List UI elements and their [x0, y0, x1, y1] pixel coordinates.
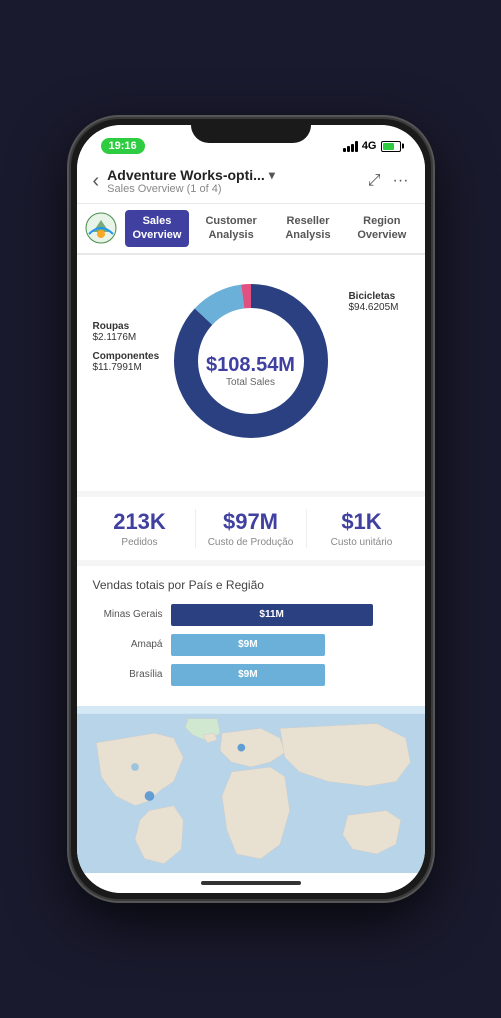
bar-fill-1: $9M [171, 634, 326, 656]
report-title: Adventure Works-opti... ▾ [107, 167, 360, 183]
donut-chart-wrapper: Roupas $2.1176M Componentes $11.7991M [93, 271, 409, 471]
bar-label-0: Minas Gerais [93, 609, 163, 620]
metric-custo-producao: $97M Custo de Produção [196, 509, 307, 548]
bar-item-minas-gerais: Minas Gerais $11M [93, 604, 409, 626]
bar-value-2: $9M [238, 669, 257, 680]
metric-custo-unitario: $1K Custo unitário [307, 509, 417, 548]
donut-total-label: Total Sales [206, 377, 295, 388]
network-label: 4G [362, 140, 377, 152]
bar-label-1: Amapá [93, 639, 163, 650]
signal-icon [343, 140, 358, 152]
donut-center: $108.54M Total Sales [206, 354, 295, 388]
legend-roupas-title: Roupas [93, 321, 160, 332]
legend-bicicletas-title: Bicicletas [348, 291, 398, 302]
bar-fill-2: $9M [171, 664, 326, 686]
bar-fill-0: $11M [171, 604, 373, 626]
app-logo [85, 212, 117, 244]
metric-pedidos: 213K Pedidos [85, 509, 196, 548]
metric-unitario-label: Custo unitário [307, 537, 417, 548]
bar-chart-section: Vendas totais por País e Região Minas Ge… [77, 566, 425, 706]
metric-custo-value: $97M [196, 509, 306, 535]
bar-chart-title: Vendas totais por País e Região [93, 578, 409, 592]
tab-customer-analysis[interactable]: Customer Analysis [193, 210, 268, 247]
app-header: ‹ Adventure Works-opti... ▾ Sales Overvi… [77, 161, 425, 204]
donut-total-value: $108.54M [206, 354, 295, 377]
metric-custo-label: Custo de Produção [196, 537, 306, 548]
header-actions: ⤢ ··· [368, 172, 409, 190]
dropdown-icon[interactable]: ▾ [269, 168, 275, 182]
status-right: 4G [343, 140, 401, 152]
legend-componentes-title: Componentes [93, 351, 160, 362]
metric-unitario-value: $1K [307, 509, 417, 535]
metric-pedidos-value: 213K [85, 509, 195, 535]
tab-bar: Sales Overview Customer Analysis Reselle… [77, 204, 425, 255]
metrics-section: 213K Pedidos $97M Custo de Produção $1K … [77, 491, 425, 560]
legend-componentes-value: $11.7991M [93, 362, 160, 373]
phone-bottom [77, 873, 425, 893]
more-icon[interactable]: ··· [393, 172, 409, 190]
legend-bicicletas-value: $94.6205M [348, 302, 398, 313]
legend-roupas-value: $2.1176M [93, 332, 160, 343]
tab-region-overview[interactable]: Region Overview [347, 210, 416, 247]
home-indicator [201, 881, 301, 885]
expand-icon[interactable]: ⤢ [368, 172, 381, 190]
world-map-svg [77, 706, 425, 873]
phone-inner: 19:16 4G ‹ Adventure Works-opti... ▾ [77, 125, 425, 893]
legend-left: Roupas $2.1176M Componentes $11.7991M [93, 321, 160, 373]
header-title-area: Adventure Works-opti... ▾ Sales Overview… [107, 167, 360, 195]
bar-track-2: $9M [171, 664, 409, 686]
battery-icon [381, 141, 401, 152]
metric-pedidos-label: Pedidos [85, 537, 195, 548]
bar-item-brasilia: Brasília $9M [93, 664, 409, 686]
page-subtitle: Sales Overview (1 of 4) [107, 183, 360, 195]
notch [191, 119, 311, 143]
bar-item-amapa: Amapá $9M [93, 634, 409, 656]
bar-value-1: $9M [238, 639, 257, 650]
legend-right: Bicicletas $94.6205M [348, 291, 398, 313]
phone-frame: 19:16 4G ‹ Adventure Works-opti... ▾ [71, 119, 431, 899]
bar-label-2: Brasília [93, 669, 163, 680]
bar-track-1: $9M [171, 634, 409, 656]
status-time: 19:16 [101, 138, 145, 154]
chart-section: Roupas $2.1176M Componentes $11.7991M [77, 255, 425, 491]
tab-reseller-analysis[interactable]: Reseller Analysis [273, 210, 343, 247]
bar-track-0: $11M [171, 604, 409, 626]
main-content: Roupas $2.1176M Componentes $11.7991M [77, 255, 425, 873]
bar-value-0: $11M [259, 609, 283, 620]
map-section: Microsoft Bing © corporation Terms [77, 706, 425, 873]
tab-sales-overview[interactable]: Sales Overview [125, 210, 190, 247]
back-button[interactable]: ‹ [93, 170, 100, 193]
